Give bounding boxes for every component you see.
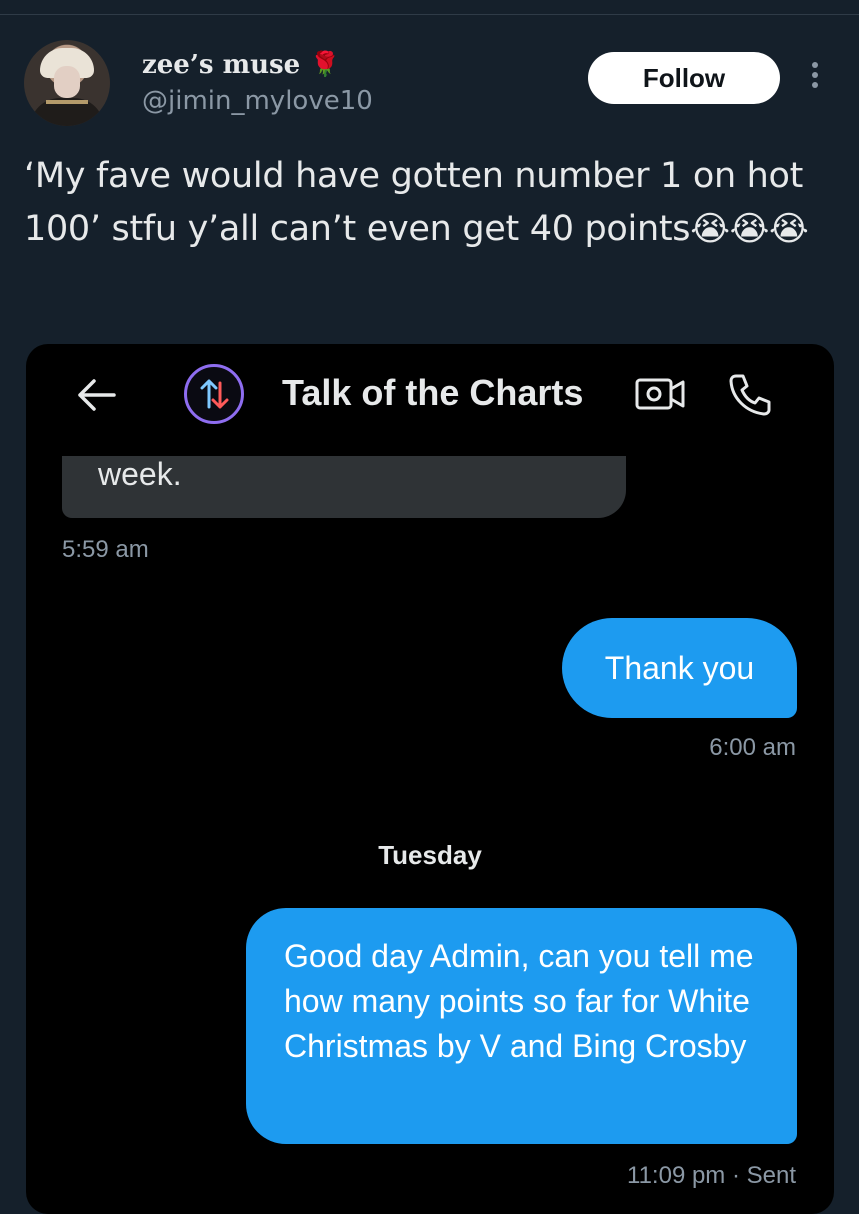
display-name[interactable]: zee’s muse	[142, 50, 300, 80]
tweet-text: ‘My fave would have gotten number 1 on h…	[24, 150, 839, 256]
follow-button[interactable]: Follow	[588, 52, 780, 104]
message-timestamp: 5:59 am	[62, 536, 149, 563]
more-icon[interactable]	[808, 62, 822, 94]
received-message-text: week.	[98, 456, 182, 492]
message-timestamp: 11:09 pm · Sent	[627, 1162, 796, 1189]
rose-emoji: 🌹	[310, 50, 340, 78]
tweet-body: ‘My fave would have gotten number 1 on h…	[24, 156, 804, 249]
phone-icon[interactable]	[726, 370, 774, 418]
avatar[interactable]	[24, 40, 110, 126]
user-handle[interactable]: @jimin_mylove10	[142, 86, 373, 116]
sent-message-bubble: Thank you	[562, 618, 797, 718]
day-separator: Tuesday	[378, 840, 482, 870]
back-arrow-icon	[78, 379, 116, 411]
message-timestamp: 6:00 am	[709, 734, 796, 761]
chat-title: Talk of the Charts	[282, 372, 584, 413]
dm-screenshot[interactable]: Talk of the Charts week. 5:59 am Thank y…	[26, 344, 834, 1214]
chart-arrows-icon	[184, 364, 244, 424]
sent-message-bubble: Good day Admin, can you tell me how many…	[246, 908, 797, 1144]
top-divider	[0, 14, 859, 15]
crying-face-emoji: 😭😭😭	[690, 209, 809, 249]
video-call-icon[interactable]	[634, 376, 686, 412]
